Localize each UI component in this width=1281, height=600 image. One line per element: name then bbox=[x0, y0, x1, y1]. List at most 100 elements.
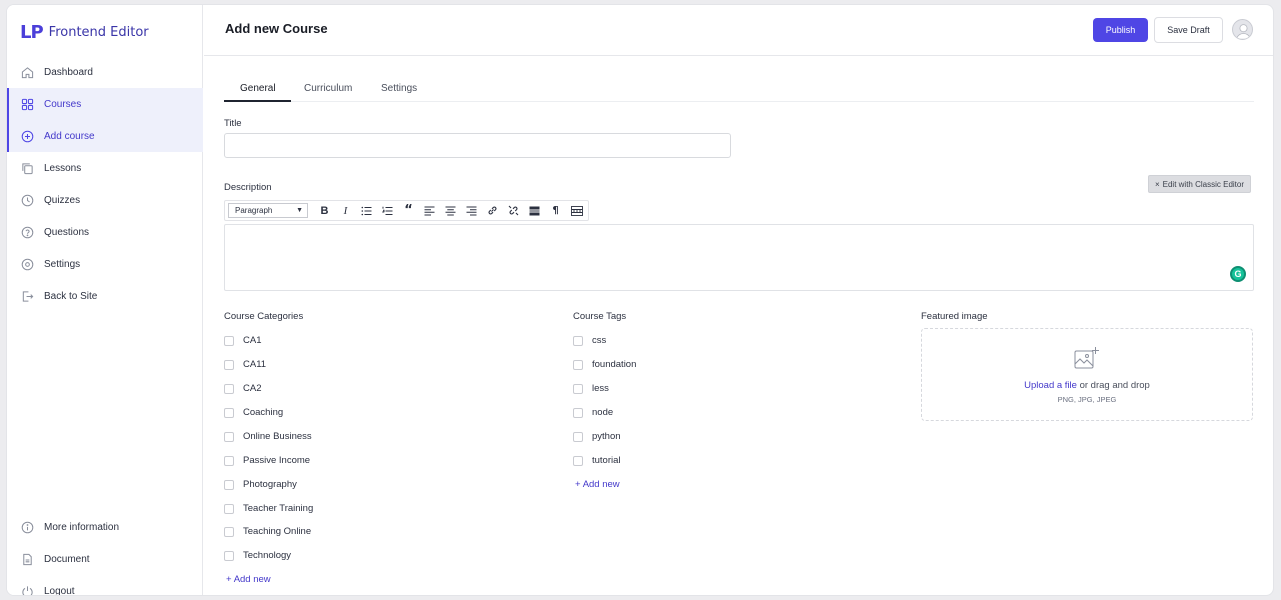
italic-icon[interactable]: I bbox=[335, 202, 356, 219]
checkbox[interactable] bbox=[573, 383, 583, 394]
edit-with-classic-editor-button[interactable]: × Edit with Classic Editor bbox=[1147, 175, 1251, 193]
power-icon bbox=[21, 585, 34, 595]
logo[interactable]: LP Frontend Editor bbox=[20, 22, 149, 43]
title-input[interactable] bbox=[224, 133, 731, 158]
category-item[interactable]: CA11 bbox=[224, 359, 266, 370]
checkbox[interactable] bbox=[224, 479, 234, 490]
drag-drop-text: or drag and drop bbox=[1079, 380, 1150, 391]
tag-label: foundation bbox=[592, 359, 637, 370]
sidebar-item-dashboard[interactable]: Dashboard bbox=[7, 56, 203, 88]
checkbox[interactable] bbox=[573, 359, 583, 370]
featured-image-section: Featured image bbox=[921, 311, 988, 323]
bullet-list-icon[interactable] bbox=[356, 202, 377, 219]
toolbar-toggle-icon[interactable] bbox=[566, 202, 587, 219]
sidebar-item-label: Settings bbox=[44, 258, 81, 270]
featured-image-dropzone[interactable]: Upload a file or drag and drop PNG, JPG,… bbox=[921, 328, 1253, 421]
clear-formatting-icon[interactable]: ¶ bbox=[545, 202, 566, 219]
course-categories-section: Course Categories CA1 CA11 CA2 Coaching … bbox=[224, 311, 524, 591]
editor-toolbar: Paragraph ▼ B I “ ¶ bbox=[224, 200, 589, 221]
link-icon[interactable] bbox=[482, 202, 503, 219]
checkbox[interactable] bbox=[224, 550, 234, 561]
checkbox[interactable] bbox=[573, 431, 583, 442]
plus-circle-icon bbox=[21, 130, 34, 143]
tag-item[interactable]: tutorial bbox=[573, 455, 621, 466]
paragraph-format-value: Paragraph bbox=[235, 206, 273, 215]
checkbox[interactable] bbox=[224, 335, 234, 346]
publish-button[interactable]: Publish bbox=[1093, 18, 1148, 42]
numbered-list-icon[interactable] bbox=[377, 202, 398, 219]
sidebar-item-label: Quizzes bbox=[44, 194, 81, 206]
checkbox[interactable] bbox=[224, 526, 234, 537]
home-icon bbox=[21, 66, 34, 79]
category-item[interactable]: Coaching bbox=[224, 407, 283, 418]
add-tag-link[interactable]: + Add new bbox=[575, 479, 620, 490]
logo-mark: LP bbox=[20, 22, 44, 43]
category-item[interactable]: Online Business bbox=[224, 431, 312, 442]
checkbox[interactable] bbox=[573, 407, 583, 418]
align-left-icon[interactable] bbox=[419, 202, 440, 219]
category-item[interactable]: Photography bbox=[224, 479, 297, 490]
sidebar-item-document[interactable]: Document bbox=[7, 543, 203, 575]
sidebar-item-label: Logout bbox=[44, 585, 75, 596]
checkbox[interactable] bbox=[573, 455, 583, 466]
tag-item[interactable]: node bbox=[573, 407, 613, 418]
paragraph-format-select[interactable]: Paragraph ▼ bbox=[228, 203, 308, 218]
add-tag-label: Add new bbox=[582, 479, 620, 490]
category-item[interactable]: Technology bbox=[224, 550, 291, 561]
sidebar-item-more-information[interactable]: More information bbox=[7, 511, 203, 543]
checkbox[interactable] bbox=[224, 503, 234, 514]
upload-file-link[interactable]: Upload a file bbox=[1024, 380, 1077, 391]
bold-icon[interactable]: B bbox=[314, 202, 335, 219]
category-item[interactable]: CA2 bbox=[224, 383, 261, 394]
sidebar-item-quizzes[interactable]: Quizzes bbox=[7, 184, 203, 216]
info-icon bbox=[21, 521, 34, 534]
sidebar-item-label: Courses bbox=[44, 98, 82, 110]
tag-label: tutorial bbox=[592, 455, 621, 466]
sidebar-item-logout[interactable]: Logout bbox=[7, 575, 203, 596]
sidebar-item-label: Add course bbox=[44, 130, 95, 142]
tag-item[interactable]: foundation bbox=[573, 359, 636, 370]
tag-item[interactable]: css bbox=[573, 335, 606, 346]
plus-icon: + bbox=[575, 479, 581, 490]
sidebar-item-courses[interactable]: Courses bbox=[7, 88, 203, 120]
save-draft-button[interactable]: Save Draft bbox=[1154, 17, 1223, 43]
sidebar-item-label: Dashboard bbox=[44, 66, 93, 78]
add-category-link[interactable]: + Add new bbox=[226, 574, 271, 585]
sidebar-item-lessons[interactable]: Lessons bbox=[7, 152, 203, 184]
sidebar-item-settings[interactable]: Settings bbox=[7, 248, 203, 280]
tab-general[interactable]: General bbox=[240, 83, 276, 94]
checkbox[interactable] bbox=[224, 359, 234, 370]
tag-item[interactable]: less bbox=[573, 383, 609, 394]
checkbox[interactable] bbox=[224, 407, 234, 418]
sidebar-item-add-course[interactable]: Add course bbox=[7, 120, 203, 152]
align-center-icon[interactable] bbox=[440, 202, 461, 219]
add-category-label: Add new bbox=[233, 574, 271, 585]
blockquote-icon[interactable]: “ bbox=[398, 202, 419, 219]
category-label: Passive Income bbox=[243, 455, 311, 466]
tag-item[interactable]: python bbox=[573, 431, 621, 442]
category-item[interactable]: CA1 bbox=[224, 335, 261, 346]
grammarly-icon[interactable]: G bbox=[1230, 266, 1246, 282]
align-right-icon[interactable] bbox=[461, 202, 482, 219]
sidebar-item-label: More information bbox=[44, 521, 120, 533]
sidebar-item-questions[interactable]: Questions bbox=[7, 216, 203, 248]
checkbox[interactable] bbox=[224, 383, 234, 394]
tab-curriculum[interactable]: Curriculum bbox=[304, 83, 352, 94]
checkbox[interactable] bbox=[573, 335, 583, 346]
category-item[interactable]: Teacher Training bbox=[224, 503, 313, 514]
category-item[interactable]: Passive Income bbox=[224, 455, 310, 466]
category-label: Technology bbox=[243, 550, 292, 561]
tab-settings[interactable]: Settings bbox=[381, 83, 417, 94]
upload-instructions: Upload a file or drag and drop bbox=[922, 380, 1252, 391]
plus-icon: + bbox=[226, 574, 232, 585]
tag-label: node bbox=[592, 407, 614, 418]
unlink-icon[interactable] bbox=[503, 202, 524, 219]
read-more-icon[interactable] bbox=[524, 202, 545, 219]
avatar[interactable] bbox=[1232, 19, 1253, 40]
sidebar-item-label: Back to Site bbox=[44, 290, 98, 302]
sidebar-item-back-to-site[interactable]: Back to Site bbox=[7, 280, 203, 312]
checkbox[interactable] bbox=[224, 455, 234, 466]
description-editor[interactable]: G bbox=[224, 224, 1254, 291]
category-item[interactable]: Teaching Online bbox=[224, 526, 311, 537]
checkbox[interactable] bbox=[224, 431, 234, 442]
